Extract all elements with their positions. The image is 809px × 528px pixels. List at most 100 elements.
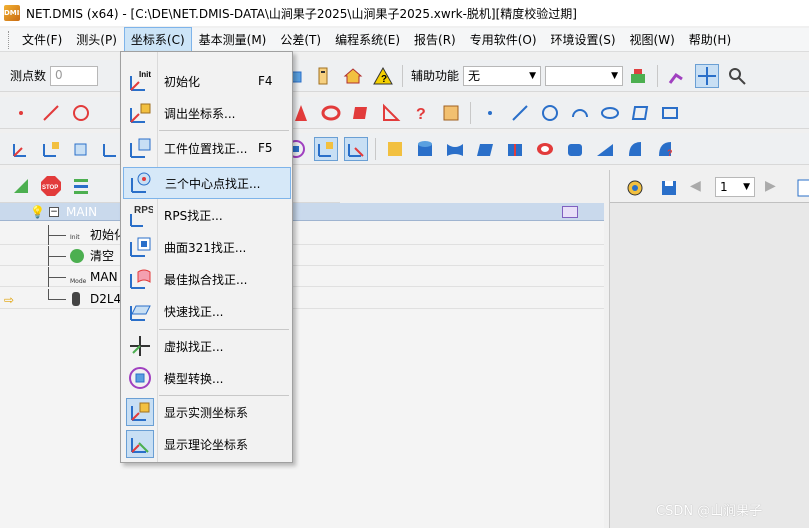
nominal-plane-icon[interactable]: [628, 101, 652, 125]
unknown-feature-icon[interactable]: ?: [409, 101, 433, 125]
slot-feature-icon[interactable]: [349, 101, 373, 125]
torus-feature-icon[interactable]: [319, 101, 343, 125]
next-page-icon[interactable]: ▶: [765, 178, 776, 194]
probe-icon: [72, 292, 80, 306]
path-feature-icon[interactable]: [439, 101, 463, 125]
warning-icon[interactable]: ?: [371, 64, 395, 88]
show-nominal-coord-icon[interactable]: [344, 136, 368, 161]
aux-function-value: 无: [468, 69, 481, 83]
line-feature-icon[interactable]: [39, 101, 63, 125]
show-actual-coord-icon[interactable]: [314, 136, 338, 161]
tree-header-label: MAIN: [66, 204, 98, 219]
program-tree: 💡 − MAIN Init 初始化 清空 Mode MAN ⇨ D2L4: [0, 203, 604, 528]
menu-item-init[interactable]: Init 初始化 F4: [123, 65, 291, 97]
drum-icon[interactable]: [563, 137, 587, 161]
curved-surface-icon[interactable]: [443, 137, 467, 161]
menu-probe[interactable]: 测头(P): [69, 27, 124, 52]
toolbar-separator: [657, 64, 659, 87]
menu-item-workpiece-align[interactable]: 工件位置找正... F5: [123, 132, 291, 164]
surface-edge-icon[interactable]: [473, 137, 497, 161]
menu-item-recall-coord[interactable]: 调出坐标系...: [123, 97, 291, 129]
menu-report[interactable]: 报告(R): [407, 27, 463, 52]
tree-row[interactable]: Init 初始化: [0, 225, 604, 245]
ruler-icon[interactable]: [9, 174, 33, 198]
tree-line: [48, 235, 66, 236]
stop-icon[interactable]: STOP: [39, 174, 63, 198]
menu-item-virtual-align[interactable]: 虚拟找正...: [123, 330, 291, 362]
nominal-line-icon[interactable]: [508, 101, 532, 125]
point-feature-icon[interactable]: [9, 101, 33, 125]
tree-settings-icon[interactable]: [562, 205, 578, 218]
page-icon[interactable]: [793, 176, 809, 200]
menu-special-software[interactable]: 专用软件(O): [463, 27, 544, 52]
report-canvas[interactable]: [610, 202, 809, 528]
collapse-icon[interactable]: −: [49, 206, 59, 217]
move-icon[interactable]: [695, 63, 720, 88]
nominal-arc-icon[interactable]: [568, 101, 592, 125]
disc-icon[interactable]: [533, 137, 557, 161]
menu-item-show-actual-coord[interactable]: 显示实测坐标系: [123, 396, 291, 428]
probe-tool-icon[interactable]: [311, 64, 335, 88]
menu-coordinate-system[interactable]: 坐标系(C): [123, 27, 192, 52]
chevron-down-icon: ▼: [529, 70, 537, 81]
aux-function-label: 辅助功能: [411, 69, 460, 83]
angle-feature-icon[interactable]: [379, 101, 403, 125]
page-select[interactable]: 1 ▼: [715, 177, 755, 197]
tree-row[interactable]: 清空: [0, 246, 604, 266]
robot-arm-icon[interactable]: [665, 64, 689, 88]
rps-icon: RPS: [126, 201, 154, 229]
menu-programming[interactable]: 编程系统(E): [328, 27, 407, 52]
three-center-icon: [127, 169, 155, 197]
menu-item-best-fit[interactable]: 最佳拟合找正...: [123, 263, 291, 295]
s-curve-icon[interactable]: [623, 137, 647, 161]
nominal-circle-icon[interactable]: [538, 101, 562, 125]
tree-row[interactable]: Mode MAN: [0, 267, 604, 287]
menu-item-label: 模型转换...: [164, 371, 224, 386]
nominal-ellipse-icon[interactable]: [598, 101, 622, 125]
circle-feature-icon[interactable]: [69, 101, 93, 125]
init-icon: Init: [70, 234, 80, 241]
surface-report-icon[interactable]: [383, 137, 407, 161]
nominal-point-icon[interactable]: [478, 101, 502, 125]
menu-basic-measure[interactable]: 基本测量(M): [192, 27, 274, 52]
menu-file[interactable]: 文件(F): [15, 27, 69, 52]
nominal-rect-icon[interactable]: [658, 101, 682, 125]
tree-row[interactable]: ⇨ D2L4: [0, 289, 604, 309]
menu-item-label: RPS找正...: [164, 208, 223, 223]
menubar-grip[interactable]: [8, 30, 11, 49]
cylinder-side-icon[interactable]: [503, 137, 527, 161]
cube-coord-icon[interactable]: [69, 137, 93, 161]
save-icon[interactable]: [657, 176, 681, 200]
recall-coord-icon[interactable]: [39, 137, 63, 161]
menu-environment[interactable]: 环境设置(S): [544, 27, 623, 52]
menu-item-label: 三个中心点找正...: [165, 176, 261, 191]
menu-view[interactable]: 视图(W): [623, 27, 682, 52]
title-bar: DMIS NET.DMIS (x64) - [C:\DE\NET.DMIS-DA…: [0, 0, 809, 26]
menu-item-three-center[interactable]: 三个中心点找正...: [123, 167, 291, 199]
zoom-icon[interactable]: [725, 64, 749, 88]
chevron-down-icon: ▼: [743, 182, 750, 192]
wedge-icon[interactable]: [593, 137, 617, 161]
workpiece-align-icon: [126, 134, 154, 162]
best-fit-icon: [126, 265, 154, 293]
cylinder-icon[interactable]: [413, 137, 437, 161]
menu-item-rps[interactable]: RPS RPS找正...: [123, 199, 291, 231]
menu-tolerance[interactable]: 公差(T): [273, 27, 328, 52]
menu-help[interactable]: 帮助(H): [682, 27, 738, 52]
init-coord-icon[interactable]: [9, 137, 33, 161]
menu-item-quick-align[interactable]: 快速找正...: [123, 295, 291, 327]
view-settings-icon[interactable]: [623, 176, 647, 200]
current-line-arrow-icon: ⇨: [4, 293, 15, 307]
model-transform-icon: [126, 364, 154, 392]
s-curve-query-icon[interactable]: ?: [653, 137, 677, 161]
aux-function-select[interactable]: 无 ▼: [463, 65, 542, 86]
menu-item-surface-321[interactable]: 曲面321找正...: [123, 231, 291, 263]
machine-icon[interactable]: [626, 64, 650, 88]
home-icon[interactable]: [341, 64, 365, 88]
points-count-input[interactable]: 0: [50, 65, 99, 86]
prev-page-icon[interactable]: ◀: [690, 178, 701, 194]
menu-item-show-nominal-coord[interactable]: 显示理论坐标系: [123, 428, 291, 460]
menu-item-model-transform[interactable]: 模型转换...: [123, 362, 291, 394]
list-icon[interactable]: [69, 174, 93, 198]
aux-function-select-2[interactable]: ▼: [545, 65, 624, 86]
